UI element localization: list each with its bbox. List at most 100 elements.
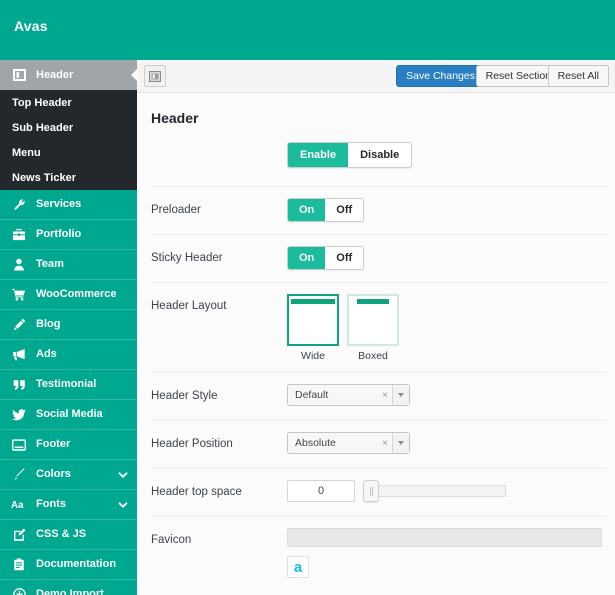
sidebar-subitem-sub-header[interactable]: Sub Header — [0, 115, 137, 140]
favicon-input[interactable] — [287, 528, 602, 547]
sidebar-item-social-media[interactable]: Social Media — [0, 400, 137, 430]
sidebar-item-team[interactable]: Team — [0, 250, 137, 280]
sticky-header-toggle[interactable]: On Off — [287, 246, 365, 270]
sidebar-item-ads[interactable]: Ads — [0, 340, 137, 370]
field-label: Header Layout — [151, 300, 227, 312]
sidebar-item-demo-import[interactable]: Demo Import — [0, 580, 137, 595]
sidebar-item-woocommerce[interactable]: WooCommerce — [0, 280, 137, 310]
sidebar-submenu: Top Header Sub Header Menu News Ticker — [0, 90, 137, 190]
sidebar-item-services[interactable]: Services — [0, 190, 137, 220]
brush-icon — [10, 467, 28, 483]
clipboard-icon — [10, 557, 28, 573]
action-bar: Save Changes Reset Section Reset All — [137, 60, 615, 93]
slider-handle[interactable] — [363, 480, 379, 502]
field-header-top-space: Header top space — [137, 468, 615, 516]
window-icon — [10, 437, 28, 453]
reset-all-button[interactable]: Reset All — [547, 65, 609, 87]
field-label — [151, 126, 287, 144]
sidebar-item-header[interactable]: Header — [0, 60, 137, 90]
field-preloader: Preloader On Off — [137, 186, 615, 234]
sidebar-item-label: CSS & JS — [36, 528, 87, 540]
header-style-select[interactable]: Default × — [287, 384, 410, 406]
slider-track[interactable] — [369, 485, 506, 497]
sidebar-item-colors[interactable]: Colors — [0, 460, 137, 490]
sidebar-subitem-label: News Ticker — [12, 171, 77, 184]
field-header-enable: Enable Disable — [137, 126, 615, 186]
sidebar-item-label: Documentation — [36, 558, 117, 570]
sticky-header-off-button[interactable]: Off — [325, 247, 364, 269]
field-label: Header top space — [151, 486, 242, 498]
sidebar-subitem-menu[interactable]: Menu — [0, 140, 137, 165]
layout-option-boxed[interactable]: Boxed — [347, 294, 399, 362]
layout-panel-icon[interactable] — [144, 65, 166, 87]
sidebar-item-testimonial[interactable]: Testimonial — [0, 370, 137, 400]
megaphone-icon — [10, 347, 28, 363]
field-label: Favicon — [151, 534, 192, 546]
header-top-space-input[interactable] — [287, 480, 355, 502]
sidebar-subitem-news-ticker[interactable]: News Ticker — [0, 165, 137, 190]
wrench-icon — [10, 197, 28, 213]
field-separator — [151, 516, 607, 517]
sidebar-item-label: Demo Import — [36, 588, 104, 595]
field-separator — [151, 420, 607, 421]
page-title: Header — [151, 110, 199, 126]
chevron-down-icon — [118, 470, 128, 480]
sidebar-item-label: Ads — [36, 348, 57, 360]
sidebar-subitem-label: Menu — [12, 146, 41, 159]
field-separator — [151, 186, 607, 187]
chevron-down-icon[interactable] — [392, 385, 409, 405]
layout-bar — [357, 299, 389, 304]
sidebar-item-label: Footer — [36, 438, 71, 450]
main-panel: Save Changes Reset Section Reset All Hea… — [137, 60, 615, 595]
field-separator — [151, 234, 607, 235]
sidebar: Header Top Header Sub Header Menu News T… — [0, 60, 137, 595]
sidebar-item-label: WooCommerce — [36, 288, 117, 300]
layout-preview-boxed — [347, 294, 399, 346]
font-aa-icon: Aa — [10, 497, 28, 513]
sidebar-item-blog[interactable]: Blog — [0, 310, 137, 340]
enable-button[interactable]: Enable — [288, 143, 349, 167]
download-circle-icon — [10, 587, 28, 595]
edit-square-icon — [10, 527, 28, 543]
preloader-on-button[interactable]: On — [288, 199, 326, 221]
sidebar-item-label: Team — [36, 258, 64, 270]
sidebar-item-portfolio[interactable]: Portfolio — [0, 220, 137, 250]
field-label: Header Position — [151, 438, 233, 450]
clear-icon[interactable]: × — [378, 390, 392, 401]
sidebar-subitem-label: Sub Header — [12, 121, 74, 134]
sidebar-item-label: Blog — [36, 318, 61, 330]
field-label: Preloader — [151, 204, 201, 216]
sidebar-item-footer[interactable]: Footer — [0, 430, 137, 460]
sidebar-item-label: Header — [36, 68, 74, 81]
layout-option-label: Boxed — [358, 350, 388, 362]
layout-option-wide[interactable]: Wide — [287, 294, 339, 362]
chevron-down-icon — [118, 500, 128, 510]
favicon-preview: a — [287, 556, 309, 578]
sidebar-item-fonts[interactable]: Aa Fonts — [0, 490, 137, 520]
preloader-toggle[interactable]: On Off — [287, 198, 365, 222]
sidebar-item-css-js[interactable]: CSS & JS — [0, 520, 137, 550]
sidebar-item-documentation[interactable]: Documentation — [0, 550, 137, 580]
twitter-bird-icon — [10, 407, 28, 423]
layout-option-label: Wide — [301, 350, 325, 362]
app-root: Avas Header Top Header Sub Header Menu N… — [0, 0, 615, 595]
field-sticky-header: Sticky Header On Off — [137, 234, 615, 282]
sticky-header-on-button[interactable]: On — [288, 247, 326, 269]
field-favicon: Favicon a — [137, 516, 615, 586]
sidebar-subitem-top-header[interactable]: Top Header — [0, 90, 137, 115]
enable-disable-toggle[interactable]: Enable Disable — [287, 142, 413, 168]
header-top-space-slider[interactable] — [363, 480, 506, 502]
field-header-layout: Header Layout Wide Boxed — [137, 282, 615, 372]
layout-bar — [291, 299, 335, 304]
shopping-cart-icon — [10, 287, 28, 303]
clear-icon[interactable]: × — [378, 438, 392, 449]
save-changes-button[interactable]: Save Changes — [396, 65, 485, 87]
header-style-value: Default — [295, 389, 329, 401]
disable-button[interactable]: Disable — [348, 143, 412, 167]
header-position-select[interactable]: Absolute × — [287, 432, 410, 454]
sidebar-item-label: Testimonial — [36, 378, 97, 390]
chevron-down-icon[interactable] — [392, 433, 409, 453]
brand-title: Avas — [14, 18, 48, 34]
preloader-off-button[interactable]: Off — [325, 199, 364, 221]
field-header-position: Header Position Absolute × — [137, 420, 615, 468]
